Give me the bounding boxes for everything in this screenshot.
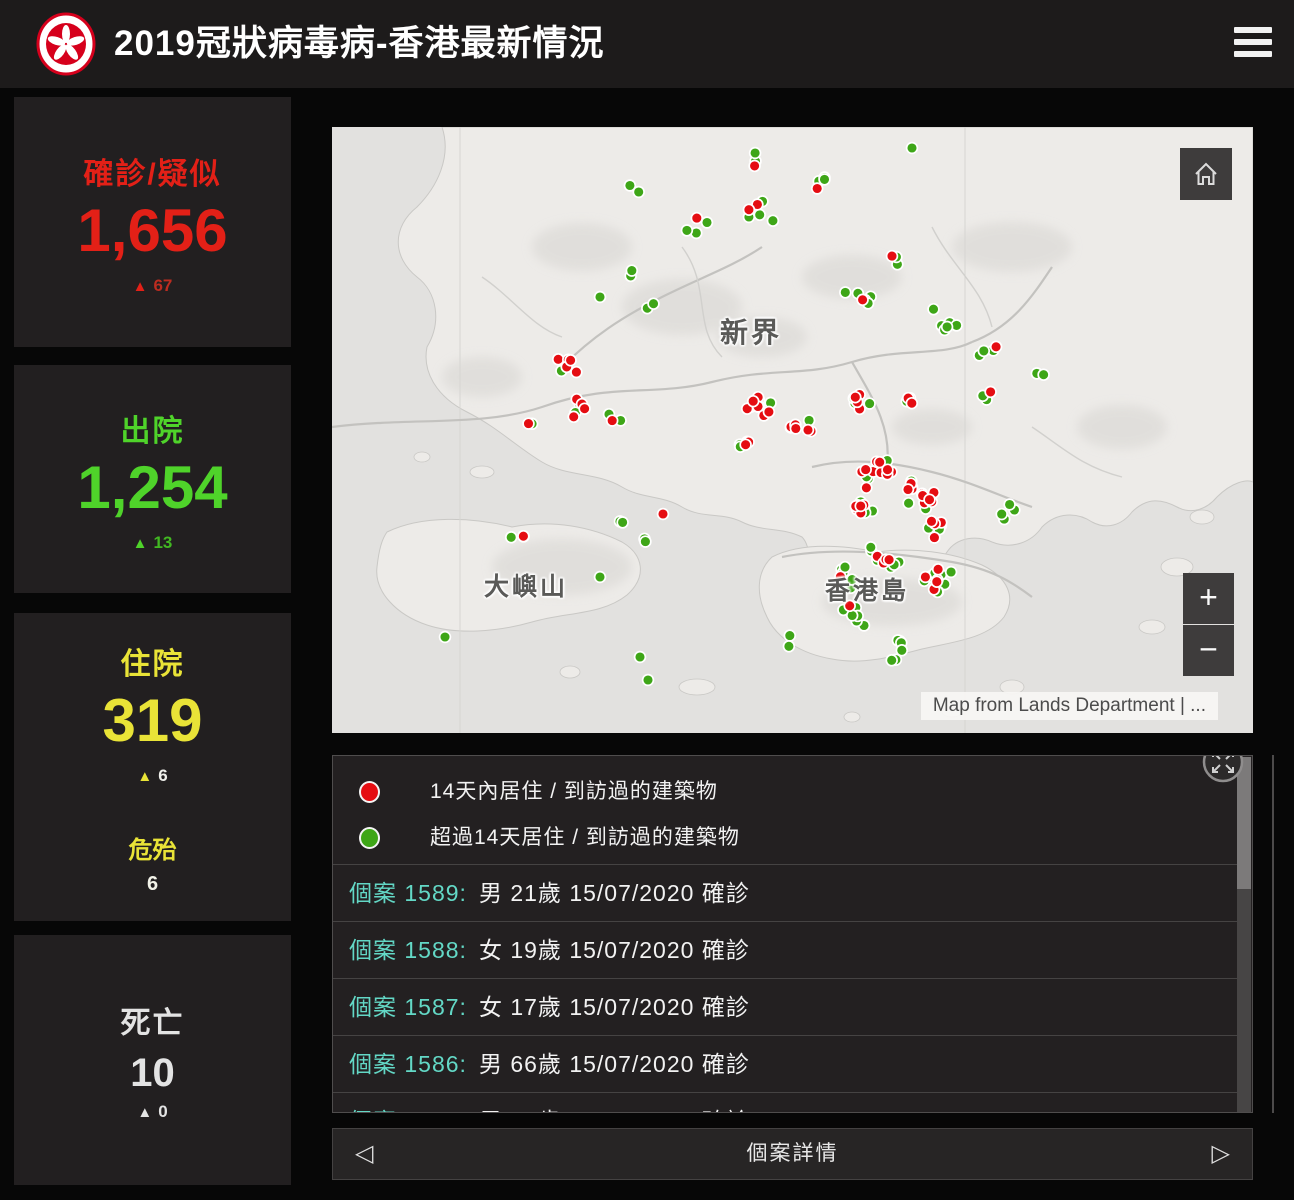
legend-row-recent: 14天內居住 / 到訪過的建築物 xyxy=(333,770,1252,814)
menu-icon[interactable] xyxy=(1234,27,1272,61)
case-details: 女 17歲 15/07/2020 確診 xyxy=(479,994,750,1020)
up-arrow-icon: ▲ xyxy=(137,1104,152,1121)
case-row-1585[interactable]: 個案 1585: 男 65歲 15/07/2020 確診 xyxy=(333,1092,1238,1113)
case-details: 男 66歲 15/07/2020 確診 xyxy=(479,1051,750,1077)
deaths-label: 死亡 xyxy=(121,998,185,1042)
discharged-label: 出院 xyxy=(121,406,185,450)
confirmed-delta: ▲67 xyxy=(133,276,173,296)
case-row-1586[interactable]: 個案 1586: 男 66歲 15/07/2020 確診 xyxy=(333,1035,1238,1092)
confirmed-value: 1,656 xyxy=(77,199,227,262)
critical-value: 6 xyxy=(147,873,158,896)
deaths-value: 10 xyxy=(130,1052,175,1094)
expand-panel-button[interactable] xyxy=(1202,755,1244,783)
case-number: 個案 1589: xyxy=(349,880,467,906)
app-header: 2019冠狀病毒病-香港最新情況 xyxy=(0,0,1294,88)
legend-row-older: 超過14天居住 / 到訪過的建築物 xyxy=(333,816,1252,860)
map-canvas xyxy=(332,127,1253,733)
legend-text-recent: 14天內居住 / 到訪過的建築物 xyxy=(430,770,718,814)
deaths-delta: ▲0 xyxy=(137,1102,167,1122)
case-row-1588[interactable]: 個案 1588: 女 19歲 15/07/2020 確診 xyxy=(333,921,1238,978)
next-page-icon[interactable]: ▷ xyxy=(1212,1129,1230,1179)
up-arrow-icon: ▲ xyxy=(133,535,148,552)
stat-card-discharged: 出院 1,254 ▲13 xyxy=(14,365,291,593)
footer-title: 個案詳情 xyxy=(333,1129,1252,1179)
page-title: 2019冠狀病毒病-香港最新情況 xyxy=(114,0,605,88)
collapsed-panel-edge xyxy=(1272,755,1274,1113)
hk-emblem-logo xyxy=(36,12,96,76)
map-label-hk-island: 香港島 xyxy=(825,571,909,607)
legend-text-older: 超過14天居住 / 到訪過的建築物 xyxy=(430,816,740,860)
green-dot-icon xyxy=(359,827,380,849)
case-number: 個案 1586: xyxy=(349,1051,467,1077)
panel-scrollbar[interactable] xyxy=(1237,757,1251,1113)
up-arrow-icon: ▲ xyxy=(137,768,152,785)
map-attribution[interactable]: Map from Lands Department | ... xyxy=(921,692,1218,720)
zoom-control: + − xyxy=(1183,573,1234,677)
hong-kong-map[interactable]: 新界 大嶼山 香港島 + − Map from Lands Department… xyxy=(332,127,1253,733)
zoom-out-button[interactable]: − xyxy=(1183,625,1234,676)
case-number: 個案 1585: xyxy=(349,1108,467,1113)
case-row-1589[interactable]: 個案 1589: 男 21歲 15/07/2020 確診 xyxy=(333,864,1238,921)
case-details: 男 21歲 15/07/2020 確診 xyxy=(479,880,750,906)
zoom-in-button[interactable]: + xyxy=(1183,573,1234,624)
case-detail-footer: ◁ 個案詳情 ▷ xyxy=(332,1128,1253,1180)
case-row-1587[interactable]: 個案 1587: 女 17歲 15/07/2020 確診 xyxy=(333,978,1238,1035)
home-icon xyxy=(1192,160,1220,188)
up-arrow-icon: ▲ xyxy=(133,278,148,295)
hospitalized-label: 住院 xyxy=(121,639,185,683)
confirmed-label: 確診/疑似 xyxy=(83,149,221,193)
hospitalized-delta: ▲6 xyxy=(137,766,167,786)
case-list-panel: 14天內居住 / 到訪過的建築物 超過14天居住 / 到訪過的建築物 個案 15… xyxy=(332,755,1253,1113)
hospitalized-value: 319 xyxy=(102,689,202,752)
map-label-new-territories: 新界 xyxy=(720,311,782,351)
stat-card-confirmed: 確診/疑似 1,656 ▲67 xyxy=(14,97,291,347)
case-number: 個案 1587: xyxy=(349,994,467,1020)
case-number: 個案 1588: xyxy=(349,937,467,963)
stat-card-hospitalized: 住院 319 ▲6 危殆 6 xyxy=(14,613,291,921)
home-extent-button[interactable] xyxy=(1180,148,1232,200)
stat-card-deaths: 死亡 10 ▲0 xyxy=(14,935,291,1185)
map-label-lantau: 大嶼山 xyxy=(484,567,568,603)
critical-label: 危殆 xyxy=(129,830,177,865)
case-details: 女 19歲 15/07/2020 確診 xyxy=(479,937,750,963)
case-details: 男 65歲 15/07/2020 確診 xyxy=(479,1108,750,1113)
red-dot-icon xyxy=(359,781,380,803)
discharged-delta: ▲13 xyxy=(133,533,173,553)
discharged-value: 1,254 xyxy=(77,456,227,519)
